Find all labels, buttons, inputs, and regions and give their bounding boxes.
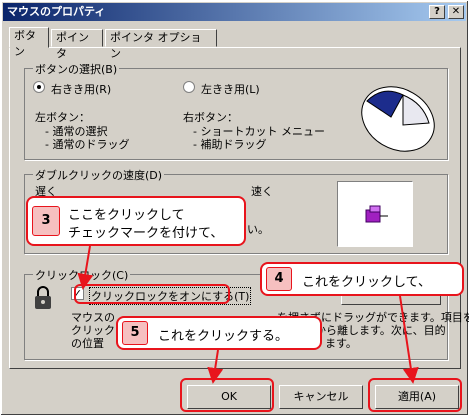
callout-step-5: 5 これをクリックする。 bbox=[116, 316, 322, 350]
arrow-to-apply bbox=[399, 295, 419, 384]
arrow-to-checkbox bbox=[77, 245, 94, 290]
callout-4-text: これをクリックして、 bbox=[302, 275, 431, 290]
step-3-badge: 3 bbox=[32, 206, 60, 236]
tab-buttons[interactable]: ボタン bbox=[9, 27, 49, 58]
callout-3-line1: ここをクリックして bbox=[68, 208, 185, 223]
callout-3-line2: チェックマークを付けて、 bbox=[68, 226, 224, 241]
step-5-badge: 5 bbox=[122, 321, 148, 345]
step-4-badge: 4 bbox=[266, 267, 292, 291]
callout-step-3: 3 ここをクリックして チェックマークを付けて、 bbox=[26, 196, 246, 246]
callout-step-4: 4 これをクリックして、 bbox=[260, 262, 464, 296]
callout-5-text: これをクリックする。 bbox=[158, 329, 289, 344]
arrow-to-ok bbox=[207, 349, 224, 384]
